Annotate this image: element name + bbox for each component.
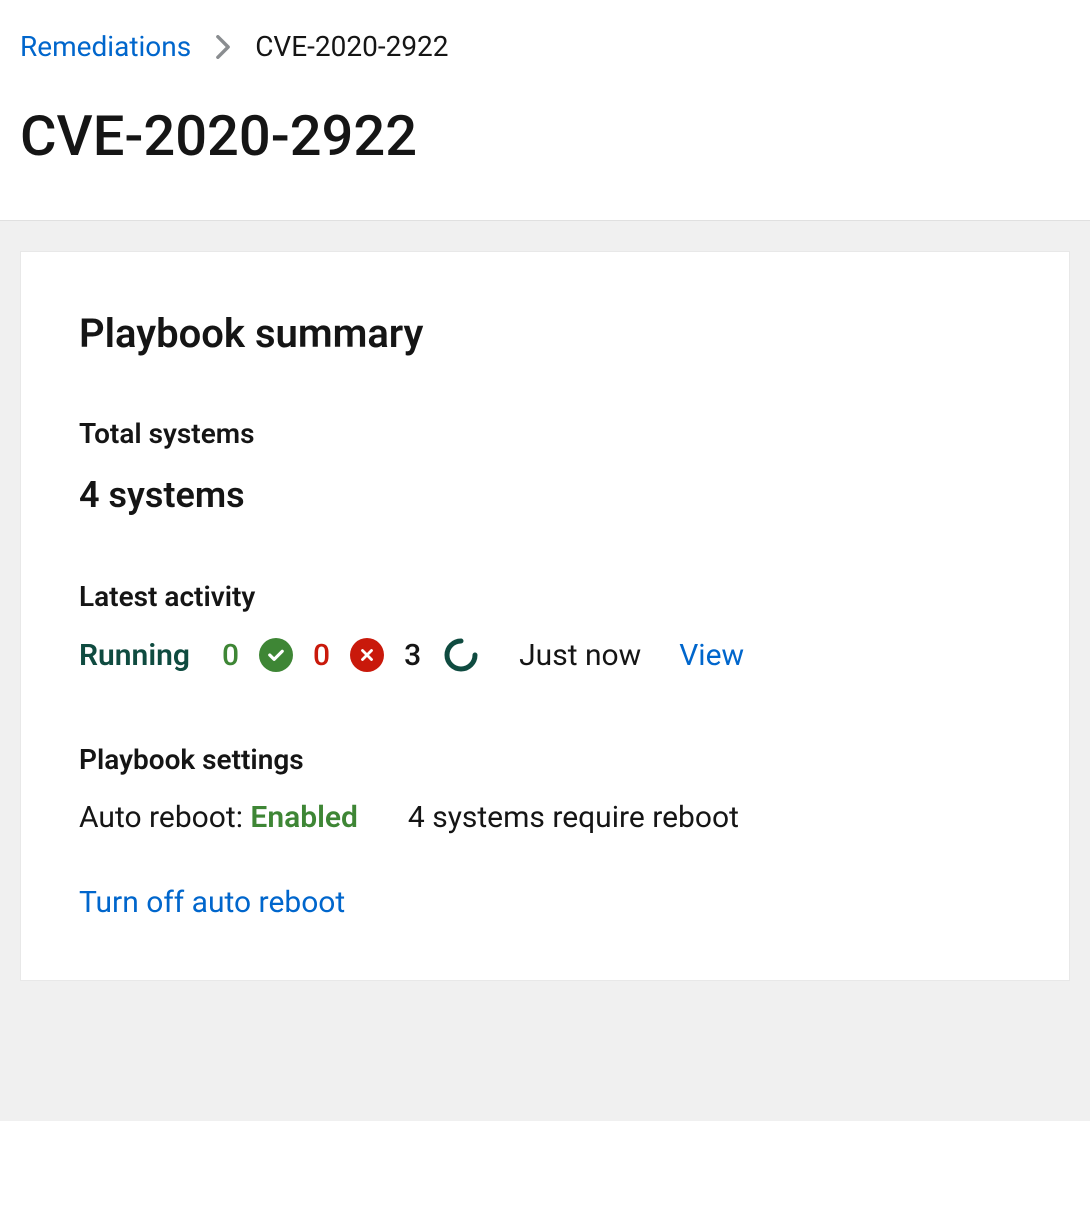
success-count: 0 (222, 638, 239, 673)
settings-row: Auto reboot: Enabled 4 systems require r… (79, 800, 1011, 835)
page-header: Remediations CVE-2020-2922 CVE-2020-2922 (0, 0, 1090, 221)
playbook-settings-section: Playbook settings Auto reboot: Enabled 4… (79, 743, 1011, 920)
auto-reboot-info: Auto reboot: Enabled (79, 800, 358, 835)
view-link[interactable]: View (679, 638, 744, 673)
status-text: Running (79, 638, 190, 673)
total-systems-label: Total systems (79, 417, 1011, 450)
error-circle-icon (350, 638, 384, 672)
activity-row: Running 0 0 3 (79, 637, 1011, 673)
breadcrumb-current: CVE-2020-2922 (255, 30, 448, 63)
toggle-auto-reboot-link[interactable]: Turn off auto reboot (79, 885, 345, 920)
card-title: Playbook summary (79, 310, 1011, 357)
reboot-required-text: 4 systems require reboot (408, 800, 739, 835)
latest-activity-label: Latest activity (79, 580, 1011, 613)
chevron-right-icon (215, 35, 231, 59)
auto-reboot-label: Auto reboot: (79, 800, 250, 835)
auto-reboot-status: Enabled (250, 800, 358, 835)
content-area: Playbook summary Total systems 4 systems… (0, 221, 1090, 1121)
breadcrumb-parent-link[interactable]: Remediations (20, 30, 191, 63)
playbook-summary-card: Playbook summary Total systems 4 systems… (20, 251, 1070, 981)
breadcrumb: Remediations CVE-2020-2922 (20, 30, 1070, 63)
page-title: CVE-2020-2922 (20, 103, 1070, 170)
spinner-icon (443, 637, 479, 673)
playbook-settings-label: Playbook settings (79, 743, 1011, 776)
check-circle-icon (259, 638, 293, 672)
total-systems-value: 4 systems (79, 474, 1011, 516)
error-count: 0 (313, 638, 330, 673)
pending-count: 3 (404, 638, 421, 673)
total-systems-section: Total systems 4 systems (79, 417, 1011, 516)
activity-timestamp: Just now (519, 638, 641, 673)
latest-activity-section: Latest activity Running 0 0 3 (79, 580, 1011, 673)
